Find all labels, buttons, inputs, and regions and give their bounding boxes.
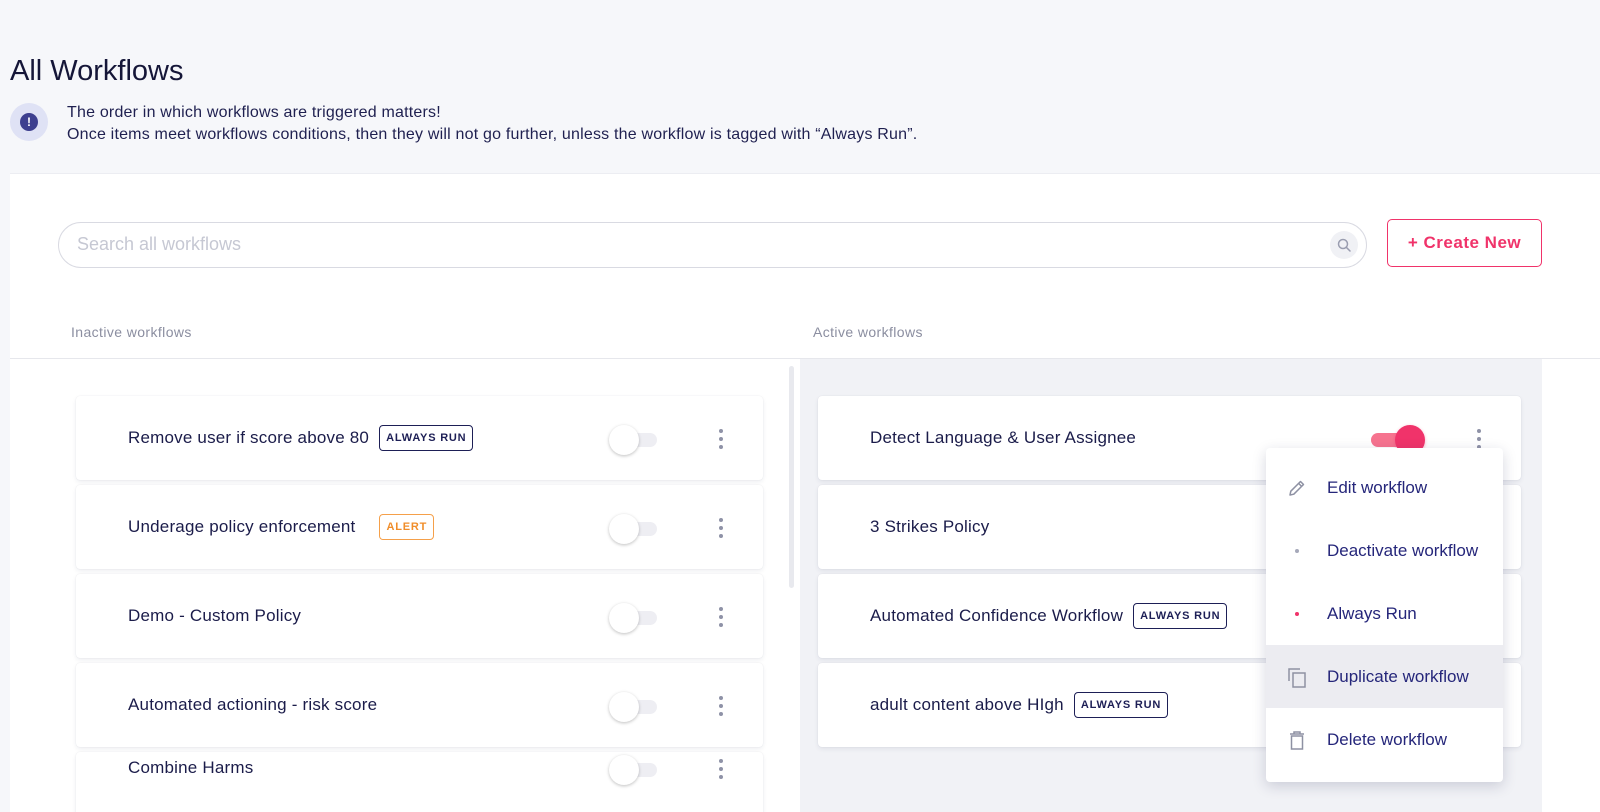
search-box <box>58 222 1367 268</box>
more-options-icon[interactable] <box>711 604 731 630</box>
workflow-toggle[interactable] <box>609 692 659 722</box>
notice: The order in which workflows are trigger… <box>67 102 917 146</box>
menu-item-duplicate[interactable]: Duplicate workflow <box>1266 645 1503 708</box>
more-options-icon[interactable] <box>711 756 731 782</box>
info-icon: ! <box>10 103 48 141</box>
trash-icon <box>1284 727 1310 753</box>
menu-item-delete[interactable]: Delete workflow <box>1266 708 1503 771</box>
workflow-name: Detect Language & User Assignee <box>870 428 1137 447</box>
always-run-badge: ALWAYS RUN <box>1133 603 1228 629</box>
more-options-icon[interactable] <box>711 693 731 719</box>
workflow-card[interactable]: Remove user if score above 80 ALWAYS RUN <box>76 396 763 480</box>
workflow-name: Remove user if score above 80 <box>128 428 370 447</box>
menu-item-label: Delete workflow <box>1327 729 1447 749</box>
copy-icon <box>1284 664 1310 690</box>
always-run-badge: ALWAYS RUN <box>1073 692 1169 718</box>
scrollbar[interactable] <box>789 366 794 588</box>
alert-badge: ALERT <box>379 514 435 540</box>
menu-item-deactivate[interactable]: Deactivate workflow <box>1266 519 1503 582</box>
notice-line-1: The order in which workflows are trigger… <box>67 104 441 121</box>
workflow-name: Underage policy enforcement <box>128 517 356 536</box>
workflow-name: Combine Harms <box>128 758 254 777</box>
always-run-badge: ALWAYS RUN <box>379 425 474 451</box>
workflow-name: adult content above HIgh <box>870 695 1064 714</box>
workflow-name: Automated actioning - risk score <box>128 695 378 714</box>
create-new-button[interactable]: + Create New <box>1387 219 1542 267</box>
more-options-icon[interactable] <box>711 515 731 541</box>
menu-item-label: Deactivate workflow <box>1327 540 1479 560</box>
pink-dot-icon <box>1284 601 1310 627</box>
menu-item-label: Edit workflow <box>1327 477 1428 497</box>
search-input[interactable] <box>77 223 1317 266</box>
menu-item-edit[interactable]: Edit workflow <box>1266 456 1503 519</box>
grey-dot-icon <box>1284 538 1310 564</box>
inactive-column-label: Inactive workflows <box>71 324 192 340</box>
menu-item-label: Always Run <box>1327 603 1417 623</box>
workflow-toggle[interactable] <box>609 514 659 544</box>
workflow-card[interactable]: Underage policy enforcement ALERT <box>76 485 763 569</box>
pencil-icon <box>1284 475 1310 501</box>
workflow-context-menu: Edit workflow Deactivate workflow Always… <box>1266 448 1503 782</box>
workflow-name: Demo - Custom Policy <box>128 606 302 625</box>
page-title: All Workflows <box>10 55 184 87</box>
search-icon[interactable] <box>1330 231 1358 259</box>
workflow-toggle[interactable] <box>609 425 659 455</box>
workflow-name: Automated Confidence Workflow <box>870 606 1124 625</box>
notice-line-2: Once items meet workflows conditions, th… <box>67 126 918 143</box>
workflow-toggle[interactable] <box>609 603 659 633</box>
workflow-card[interactable]: Combine Harms <box>76 752 763 812</box>
menu-item-label: Duplicate workflow <box>1327 666 1469 686</box>
workflow-card[interactable]: Demo - Custom Policy <box>76 574 763 658</box>
active-column-label: Active workflows <box>813 324 923 340</box>
workflow-toggle[interactable] <box>609 755 659 785</box>
workflow-name: 3 Strikes Policy <box>870 517 990 536</box>
more-options-icon[interactable] <box>711 426 731 452</box>
menu-item-always-run[interactable]: Always Run <box>1266 582 1503 645</box>
